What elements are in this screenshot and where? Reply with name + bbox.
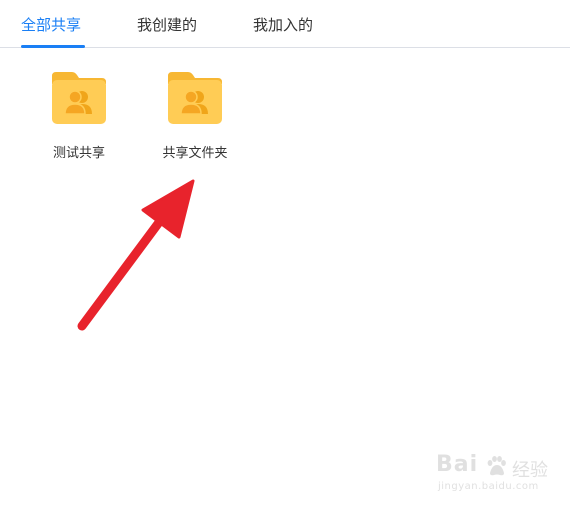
folder-name: 测试共享 [52,146,105,161]
watermark-url: jingyan.baidu.com [438,481,539,492]
watermark-brand-cn: 经验 [512,460,548,481]
baidu-paw-icon [487,456,506,476]
folder-name: 共享文件夹 [162,146,228,161]
shared-files-page: 全部共享 我创建的 我加入的 测试共享 共享文件夹 Bai 经验 jingyan… [0,0,570,513]
shared-folder-icon [168,72,222,124]
shared-folder-icon [52,72,106,124]
active-tab-indicator [21,45,85,48]
tab-created-by-me[interactable]: 我创建的 [137,13,197,37]
baidu-jingyan-watermark: Bai 经验 jingyan.baidu.com [436,450,566,500]
tab-divider [0,47,570,48]
tab-joined-by-me[interactable]: 我加入的 [253,13,313,37]
folder-test-share[interactable]: 测试共享 [24,70,134,165]
tab-all-shared[interactable]: 全部共享 [21,13,81,37]
tab-bar: 全部共享 我创建的 我加入的 [0,0,570,49]
watermark-brand: Bai [436,452,479,477]
folder-shared-folder[interactable]: 共享文件夹 [140,70,250,165]
